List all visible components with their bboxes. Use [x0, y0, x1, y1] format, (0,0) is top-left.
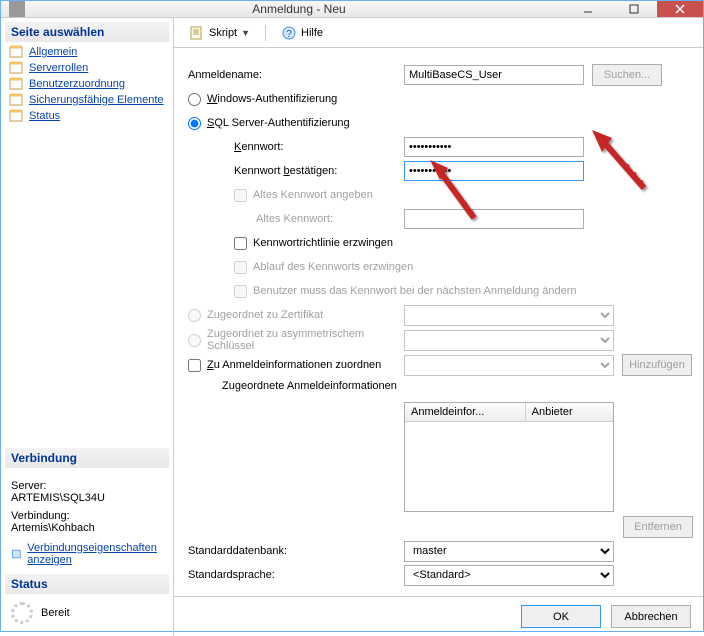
default-db-label: Standarddatenbank: — [186, 545, 404, 557]
server-value: ARTEMIS\SQL34U — [11, 492, 163, 504]
page-icon — [9, 61, 25, 75]
close-button[interactable] — [657, 1, 703, 17]
old-password-label: Altes Kennwort: — [186, 213, 404, 225]
mapped-creds-label: Zugeordnete Anmeldeinformationen — [186, 378, 404, 392]
script-icon — [189, 25, 205, 41]
key-select — [404, 330, 614, 351]
sidebar: Seite auswählen Allgemein Serverrollen B… — [1, 18, 174, 636]
password-label: Kennwort: — [186, 141, 404, 153]
windows-auth-radio[interactable]: WWindows-Authentifizierungindows-Authent… — [186, 93, 404, 106]
old-password-input — [404, 209, 584, 229]
page-icon — [9, 109, 25, 123]
page-icon — [9, 77, 25, 91]
dialog-buttons: OK Abbrechen — [174, 596, 703, 636]
cert-select — [404, 305, 614, 326]
old-password-check: Altes Kennwort angeben — [186, 189, 404, 202]
status-header: Status — [5, 574, 169, 594]
connection-header: Verbindung — [5, 448, 169, 468]
title-bar: Anmeldung - Neu — [1, 1, 703, 18]
map-cred-check[interactable]: Zu Anmeldeinformationen zuordnen — [186, 359, 404, 372]
help-icon: ? — [281, 25, 297, 41]
sidebar-item-serverroles[interactable]: Serverrollen — [5, 60, 169, 76]
col-provider: Anbieter — [526, 403, 613, 421]
conn-value: Artemis\Kohbach — [11, 522, 163, 534]
login-name-input[interactable] — [404, 65, 584, 85]
default-db-select[interactable]: master — [404, 541, 614, 562]
col-credential: Anmeldeinfor... — [405, 403, 526, 421]
dialog-window: Anmeldung - Neu Seite auswählen Allgemei… — [0, 0, 704, 632]
status-text: Bereit — [41, 607, 70, 619]
app-icon — [9, 1, 25, 17]
toolbar: Skript ▼ ? Hilfe — [174, 18, 703, 48]
ok-button[interactable]: OK — [521, 605, 601, 628]
page-select-header: Seite auswählen — [5, 22, 169, 42]
sidebar-item-general[interactable]: Allgemein — [5, 44, 169, 60]
main-panel: Skript ▼ ? Hilfe Anmeldename: Suchen... — [174, 18, 703, 636]
remove-cred-button[interactable]: Entfernen — [623, 516, 693, 538]
confirm-password-label: Kennwort bestätigen: — [186, 165, 404, 177]
add-cred-button[interactable]: Hinzufügen — [622, 354, 692, 376]
toolbar-separator — [265, 25, 266, 41]
cred-select — [404, 355, 614, 376]
server-label: Server: — [11, 480, 163, 492]
default-lang-select[interactable]: <Standard> — [404, 565, 614, 586]
sidebar-item-status[interactable]: Status — [5, 108, 169, 124]
script-button[interactable]: Skript ▼ — [182, 22, 257, 44]
confirm-password-input[interactable] — [404, 161, 584, 181]
sidebar-item-securables[interactable]: Sicherungsfähige Elemente — [5, 92, 169, 108]
page-icon — [9, 93, 25, 107]
default-lang-label: Standardsprache: — [186, 569, 404, 581]
enforce-policy-check[interactable]: Kennwortrichtlinie erzwingen — [186, 237, 393, 250]
help-button[interactable]: ? Hilfe — [274, 22, 330, 44]
map-cert-radio: Zugeordnet zu Zertifikat — [186, 309, 404, 322]
status-spinner-icon — [11, 602, 33, 624]
must-change-check: Benutzer muss das Kennwort bei der nächs… — [186, 285, 576, 298]
svg-text:?: ? — [286, 29, 292, 40]
properties-icon — [11, 547, 23, 561]
password-input[interactable] — [404, 137, 584, 157]
map-key-radio: Zugeordnet zu asymmetrischem Schlüssel — [186, 328, 404, 352]
window-title: Anmeldung - Neu — [33, 2, 565, 16]
enforce-expiration-check: Ablauf des Kennworts erzwingen — [186, 261, 413, 274]
maximize-button[interactable] — [611, 1, 657, 17]
page-icon — [9, 45, 25, 59]
credentials-table: Anmeldeinfor... Anbieter — [404, 402, 614, 512]
sidebar-item-usermapping[interactable]: Benutzerzuordnung — [5, 76, 169, 92]
connection-properties-link[interactable]: Verbindungseigenschaften anzeigen — [27, 542, 163, 566]
conn-label: Verbindung: — [11, 510, 163, 522]
chevron-down-icon: ▼ — [241, 28, 250, 38]
sql-auth-radio[interactable]: SQL Server-Authentifizierung — [186, 117, 404, 130]
cancel-button[interactable]: Abbrechen — [611, 605, 691, 628]
minimize-button[interactable] — [565, 1, 611, 17]
login-name-label: Anmeldename: — [186, 69, 404, 81]
search-button[interactable]: Suchen... — [592, 64, 662, 86]
